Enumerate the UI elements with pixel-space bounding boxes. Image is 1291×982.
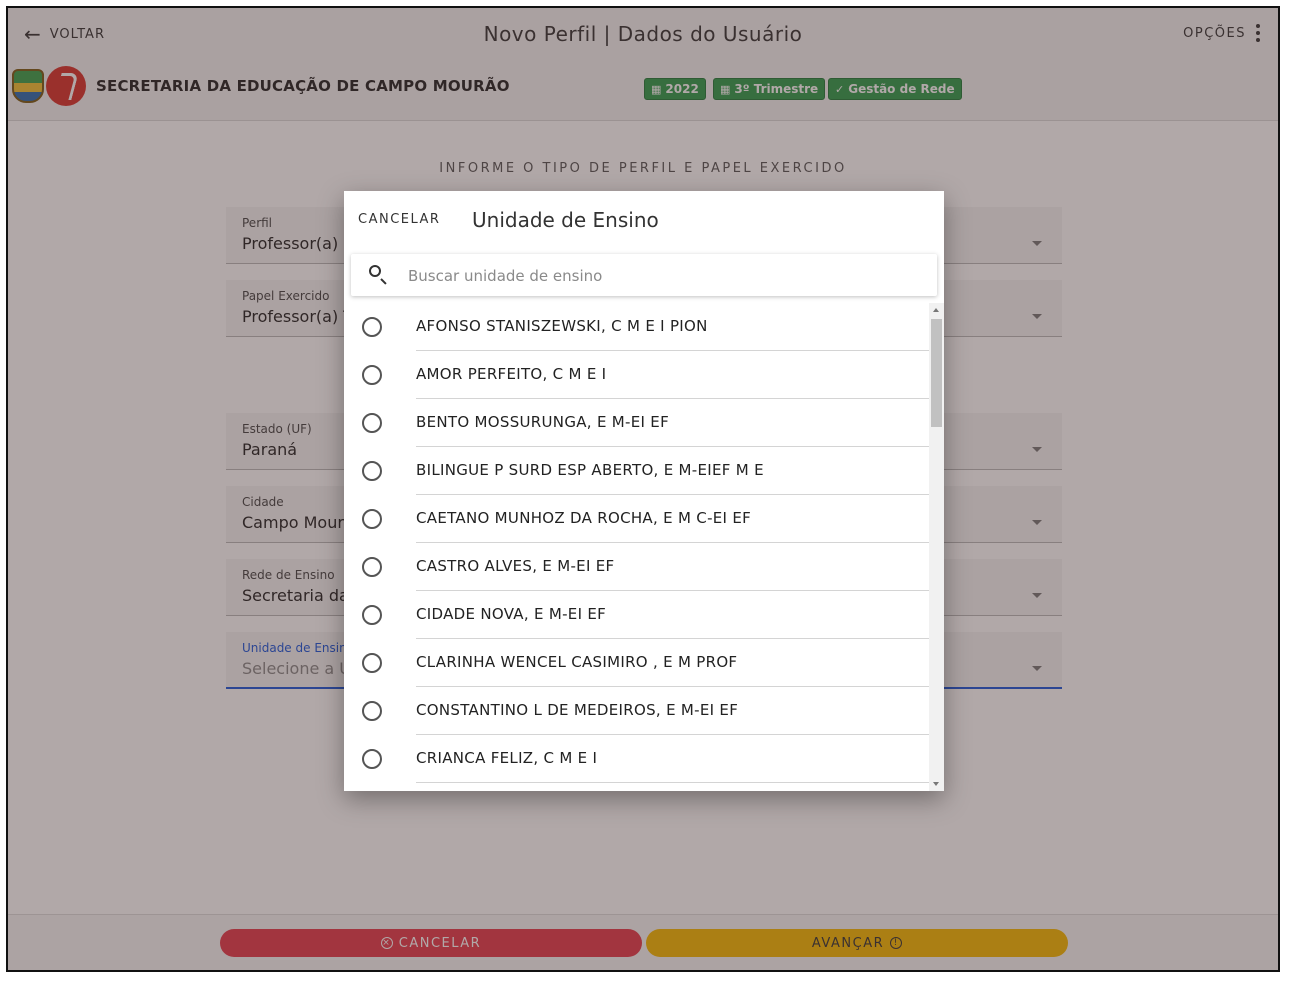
dialog-title: Unidade de Ensino [472, 208, 659, 232]
radio-button[interactable] [362, 653, 382, 673]
list-item-label: CIDADE NOVA, E M-EI EF [416, 591, 929, 639]
radio-button[interactable] [362, 461, 382, 481]
list-item[interactable]: AMOR PERFEITO, C M E I [344, 351, 929, 399]
unidade-dialog: CANCELAR Unidade de Ensino AFONSO STANIS… [344, 191, 944, 791]
radio-button[interactable] [362, 749, 382, 769]
radio-button[interactable] [362, 365, 382, 385]
radio-button[interactable] [362, 317, 382, 337]
radio-button[interactable] [362, 605, 382, 625]
list-item-label: CONSTANTINO L DE MEDEIROS, E M-EI EF [416, 687, 929, 735]
list-item-label: CAETANO MUNHOZ DA ROCHA, E M C-EI EF [416, 495, 929, 543]
search-box [351, 254, 937, 296]
list-item-label: BILINGUE P SURD ESP ABERTO, E M-EIEF M E [416, 447, 929, 495]
list-item[interactable]: CIDADE NOVA, E M-EI EF [344, 591, 929, 639]
search-icon [369, 265, 381, 277]
list-item[interactable]: CRIANCA FELIZ, C M E I [344, 735, 929, 783]
dialog-cancel-button[interactable]: CANCELAR [358, 212, 440, 227]
radio-button[interactable] [362, 557, 382, 577]
list-item[interactable]: AFONSO STANISZEWSKI, C M E I PION [344, 303, 929, 351]
list-item[interactable]: CONSTANTINO L DE MEDEIROS, E M-EI EF [344, 687, 929, 735]
list-item[interactable]: BENTO MOSSURUNGA, E M-EI EF [344, 399, 929, 447]
list-item-label: CASTRO ALVES, E M-EI EF [416, 543, 929, 591]
list-item[interactable]: CASTRO ALVES, E M-EI EF [344, 543, 929, 591]
list-item[interactable]: CAETANO MUNHOZ DA ROCHA, E M C-EI EF [344, 495, 929, 543]
list-item-label: CRIANCA FELIZ, C M E I [416, 735, 929, 783]
list-scrollbar[interactable] [929, 303, 944, 791]
radio-button[interactable] [362, 701, 382, 721]
list-item-label: CLARINHA WENCEL CASIMIRO , E M PROF [416, 639, 929, 687]
list-item-label: AFONSO STANISZEWSKI, C M E I PION [416, 303, 929, 351]
radio-button[interactable] [362, 413, 382, 433]
radio-button[interactable] [362, 509, 382, 529]
unidade-list: AFONSO STANISZEWSKI, C M E I PION AMOR P… [344, 303, 929, 791]
list-item-label: AMOR PERFEITO, C M E I [416, 351, 929, 399]
scroll-down-icon[interactable] [933, 782, 939, 786]
scrollbar-thumb[interactable] [931, 319, 942, 427]
list-item[interactable]: CLARINHA WENCEL CASIMIRO , E M PROF [344, 639, 929, 687]
list-item[interactable]: BILINGUE P SURD ESP ABERTO, E M-EIEF M E [344, 447, 929, 495]
search-input[interactable] [406, 263, 910, 289]
dialog-header: CANCELAR Unidade de Ensino [344, 191, 944, 247]
list-item-label: BENTO MOSSURUNGA, E M-EI EF [416, 399, 929, 447]
app-window: ← VOLTAR Novo Perfil | Dados do Usuário … [6, 6, 1280, 972]
scroll-up-icon[interactable] [933, 308, 939, 312]
